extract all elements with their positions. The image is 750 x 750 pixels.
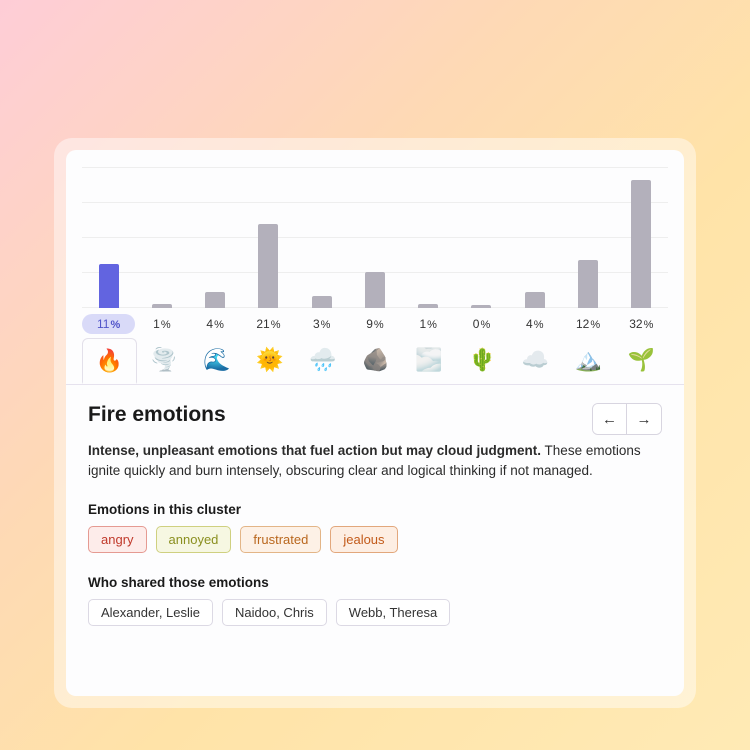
pct-label: 21%	[242, 314, 295, 334]
bar-cloud-swirl[interactable]	[418, 304, 438, 308]
rock-icon[interactable]: 🪨	[349, 338, 402, 384]
subtitle-lead: Intense, unpleasant emotions that fuel a…	[88, 443, 541, 458]
arrow-left-icon: ←	[602, 411, 617, 428]
people-label: Who shared those emotions	[88, 575, 662, 590]
bar-storm[interactable]	[312, 296, 332, 308]
pct-label: 12%	[561, 314, 614, 334]
mountain-icon[interactable]: 🏔️	[562, 338, 615, 384]
tornado-icon[interactable]: 🌪️	[137, 338, 190, 384]
emotion-chip[interactable]: angry	[88, 526, 147, 553]
bar-cactus[interactable]	[471, 305, 491, 308]
bar-col	[561, 168, 614, 308]
person-chip[interactable]: Alexander, Leslie	[88, 599, 213, 626]
bar-col	[402, 168, 455, 308]
emotion-panel: 11%1%4%21%3%9%1%0%4%12%32% 🔥🌪️🌊🌞🌧️🪨🌫️🌵☁️…	[66, 150, 684, 696]
pct-label: 11%	[82, 314, 135, 334]
person-chip[interactable]: Naidoo, Chris	[222, 599, 327, 626]
sun-icon[interactable]: 🌞	[243, 338, 296, 384]
pct-label: 1%	[135, 314, 188, 334]
bar-rock[interactable]	[365, 272, 385, 308]
arrow-right-icon: →	[637, 411, 652, 428]
cloud-icon[interactable]: ☁️	[509, 338, 562, 384]
detail-head: Fire emotions ← →	[88, 403, 662, 435]
cactus-icon[interactable]: 🌵	[456, 338, 509, 384]
next-button[interactable]: →	[627, 404, 661, 434]
person-chip[interactable]: Webb, Theresa	[336, 599, 450, 626]
prev-button[interactable]: ←	[593, 404, 627, 434]
bar-col	[135, 168, 188, 308]
storm-icon[interactable]: 🌧️	[296, 338, 349, 384]
emotion-chip[interactable]: annoyed	[156, 526, 232, 553]
pct-label: 32%	[615, 314, 668, 334]
cluster-title: Fire emotions	[88, 403, 226, 427]
pct-label: 9%	[348, 314, 401, 334]
bar-col	[455, 168, 508, 308]
bars-row	[82, 168, 668, 308]
pct-label: 4%	[189, 314, 242, 334]
bar-col	[348, 168, 401, 308]
pct-label: 1%	[402, 314, 455, 334]
pct-label: 3%	[295, 314, 348, 334]
bar-col	[508, 168, 561, 308]
emotion-chip[interactable]: frustrated	[240, 526, 321, 553]
pct-label: 0%	[455, 314, 508, 334]
cloud-swirl-icon[interactable]: 🌫️	[403, 338, 456, 384]
bar-wave[interactable]	[205, 292, 225, 308]
bar-sun[interactable]	[258, 224, 278, 308]
wave-icon[interactable]: 🌊	[190, 338, 243, 384]
bar-cloud[interactable]	[525, 292, 545, 308]
bar-col	[82, 168, 135, 308]
bar-col	[615, 168, 668, 308]
bar-mountain[interactable]	[578, 260, 598, 308]
emotion-chip[interactable]: jealous	[330, 526, 397, 553]
emotion-chips: angry annoyed frustrated jealous	[88, 526, 662, 553]
people-chips: Alexander, Leslie Naidoo, Chris Webb, Ther…	[88, 599, 662, 626]
seedling-icon[interactable]: 🌱	[615, 338, 668, 384]
cluster-nav: ← →	[592, 403, 662, 435]
fire-icon[interactable]: 🔥	[82, 338, 137, 384]
emotions-label: Emotions in this cluster	[88, 502, 662, 517]
bar-fire[interactable]	[99, 264, 119, 308]
pct-row: 11%1%4%21%3%9%1%0%4%12%32%	[82, 314, 668, 334]
bar-tornado[interactable]	[152, 304, 172, 308]
bar-col	[242, 168, 295, 308]
window-frame: 11%1%4%21%3%9%1%0%4%12%32% 🔥🌪️🌊🌞🌧️🪨🌫️🌵☁️…	[54, 138, 696, 708]
cluster-subtitle: Intense, unpleasant emotions that fuel a…	[88, 441, 662, 480]
icons-row: 🔥🌪️🌊🌞🌧️🪨🌫️🌵☁️🏔️🌱	[82, 338, 668, 384]
bar-seedling[interactable]	[631, 180, 651, 308]
cluster-chart: 11%1%4%21%3%9%1%0%4%12%32% 🔥🌪️🌊🌞🌧️🪨🌫️🌵☁️…	[66, 150, 684, 385]
bar-col	[295, 168, 348, 308]
bar-col	[189, 168, 242, 308]
cluster-detail: Fire emotions ← → Intense, unpleasant em…	[66, 385, 684, 648]
pct-label: 4%	[508, 314, 561, 334]
